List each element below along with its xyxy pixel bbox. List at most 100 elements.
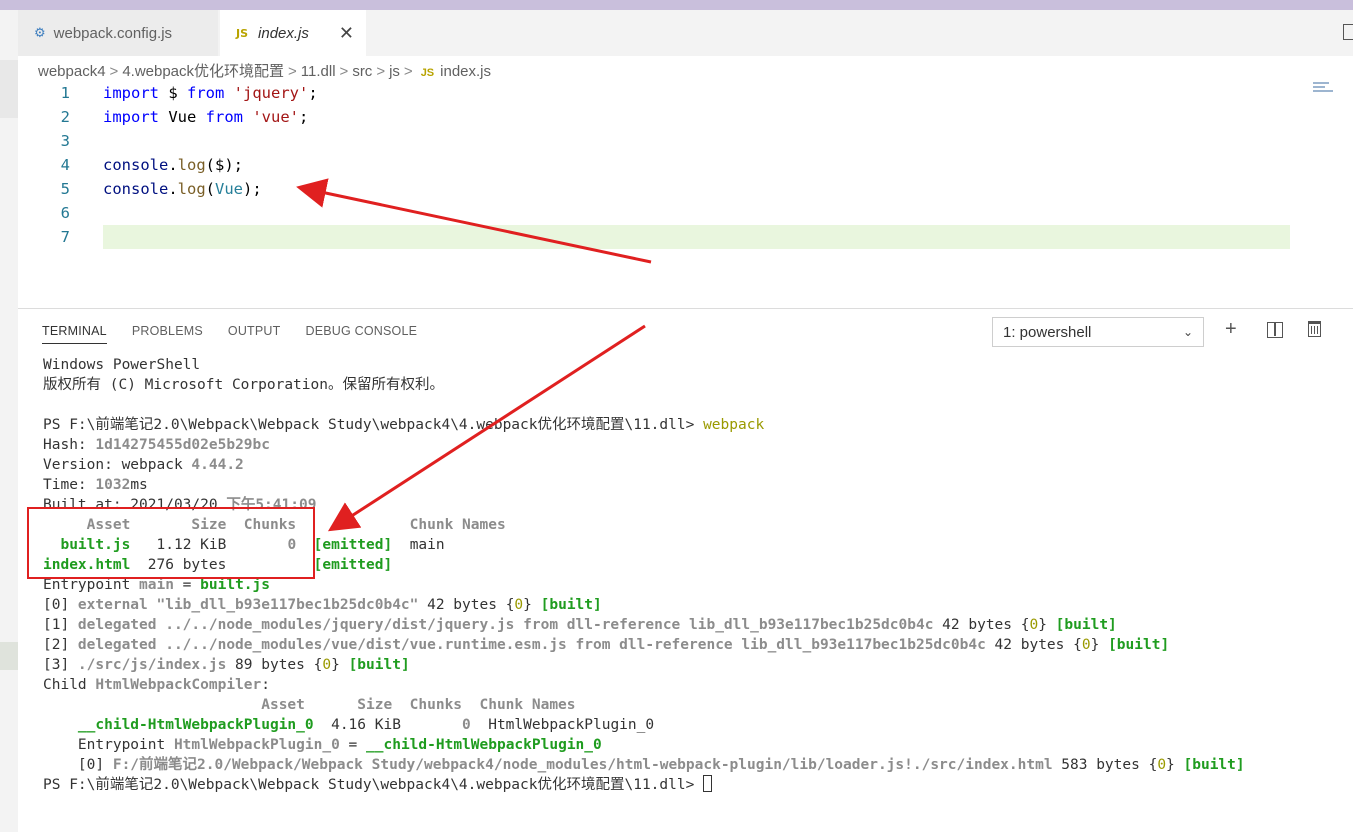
tab-debug-console[interactable]: DEBUG CONSOLE [305,324,417,344]
terminal-text: 89 bytes { [226,657,323,673]
terminal-text: [built] [1183,757,1245,773]
terminal-text: [3] [43,657,78,673]
terminal-text: : [261,677,270,693]
line-number: 3 [60,132,70,150]
breadcrumb-item[interactable]: index.js [440,63,491,80]
terminal-text: 4.44.2 [191,457,244,473]
terminal-text: [built] [1055,617,1117,633]
close-icon[interactable]: ✕ [339,23,354,44]
terminal-text: 42 bytes { [985,637,1082,653]
code-token: import [103,108,159,126]
terminal-text: 0 [514,597,524,613]
code-line[interactable]: 5 console.log(Vue); [18,177,1308,201]
terminal-text: 0 [1081,637,1091,653]
code-token: console [103,156,169,174]
terminal-text: [built] [348,657,410,673]
terminal-text: __child-HtmlWebpackPlugin_0 [77,717,314,733]
code-token: log [177,180,206,198]
terminal-line: __child-HtmlWebpackPlugin_0 4.16 KiB 0 H… [43,715,1245,735]
code-token: Vue [159,108,206,126]
terminal-text: 版权所有 (C) Microsoft Corporation。保留所有权利。 [43,377,444,393]
code-token: $ [159,84,187,102]
code-line[interactable]: 2 import Vue from 'vue'; [18,105,1308,129]
js-file-icon: JS [236,26,249,40]
terminal-line: [1] delegated ../../node_modules/jquery/… [43,615,1245,635]
editor-tab-bar: ⚙ webpack.config.js JS index.js ✕ [18,10,1353,56]
terminal-text: HtmlWebpackPlugin_0 [470,717,655,733]
terminal-text: 0 [1157,757,1167,773]
terminal-text: Entrypoint [43,577,140,593]
breadcrumb-item[interactable]: 11.dll [301,63,336,80]
tab-label: index.js [258,24,309,42]
code-token: console [103,180,169,198]
code-line[interactable]: 7 [18,225,1308,249]
terminal-line: Child HtmlWebpackCompiler: [43,675,1245,695]
code-line[interactable]: 1 import $ from 'jquery'; [18,81,1308,105]
line-number: 7 [60,228,70,246]
terminal-text: 1d14275455d02e5b29bc [95,437,270,453]
terminal-text: [0] [43,757,113,773]
split-editor-icon[interactable] [1343,24,1353,40]
panel-tabs: TERMINAL PROBLEMS OUTPUT DEBUG CONSOLE [42,324,417,344]
line-number: 6 [60,204,70,222]
add-terminal-icon[interactable]: + [1225,319,1237,339]
terminal-text: Chunk Names [409,517,506,533]
terminal-text: [built] [540,597,602,613]
tab-problems[interactable]: PROBLEMS [132,324,203,344]
tab-output[interactable]: OUTPUT [228,324,281,344]
terminal-line: [0] external "lib_dll_b93e117bec1b25dc0b… [43,595,1245,615]
terminal-text: F:/前端笔记2.0/Webpack/Webpack Study/webpack… [112,757,1053,773]
trash-icon[interactable] [1308,321,1321,337]
code-token: ; [299,108,309,126]
breadcrumb-item[interactable]: 4.webpack优化环境配置 [122,63,284,80]
annotation-box [27,507,315,579]
code-line[interactable]: 6 [18,201,1308,225]
code-line[interactable]: 4 console.log($); [18,153,1308,177]
code-token: ; [308,84,318,102]
code-token: from [205,108,243,126]
code-token: ( [205,180,216,198]
terminal-line: [0] F:/前端笔记2.0/Webpack/Webpack Study/web… [43,755,1245,775]
tab-terminal[interactable]: TERMINAL [42,324,107,344]
terminal-line: Time: 1032ms [43,475,1245,495]
terminal-text: Time: [43,477,96,493]
terminal-text: built.js [200,577,270,593]
terminal-text: Entrypoint [43,737,174,753]
terminal-text: Child [43,677,96,693]
code-token: . [168,156,178,174]
terminal-text: ./src/js/index.js [77,657,227,673]
chevron-down-icon: ⌄ [1182,325,1193,339]
code-editor[interactable]: webpack4 >4.webpack优化环境配置 >11.dll > src > js > J… [18,56,1353,308]
terminal-text: __child-HtmlWebpackPlugin_0 [366,737,602,753]
tab-index-js[interactable]: JS index.js ✕ [220,10,366,56]
terminal-line: 版权所有 (C) Microsoft Corporation。保留所有权利。 [43,375,1245,395]
terminal-cursor [703,775,713,792]
terminal-line: [3] ./src/js/index.js 89 bytes {0} [buil… [43,655,1245,675]
code-line[interactable]: 3 [18,129,1308,153]
terminal-text: [1] [43,617,78,633]
terminal-text: main [139,577,174,593]
terminal-line: [2] delegated ../../node_modules/vue/dis… [43,635,1245,655]
code-token: Vue [215,180,244,198]
terminal-text: delegated ../../node_modules/jquery/dist… [77,617,934,633]
breadcrumb-item[interactable]: webpack4 [38,63,106,80]
breadcrumb-item[interactable]: js [389,63,400,80]
code-token: . [168,180,178,198]
terminal-text: Windows PowerShell [43,357,201,373]
minimap[interactable] [1313,82,1335,96]
terminal-text: } [1038,617,1056,633]
tab-webpack-config[interactable]: ⚙ webpack.config.js [18,10,218,56]
terminal-text: [emitted] [313,537,393,553]
terminal-text: delegated ../../node_modules/vue/dist/vu… [77,637,986,653]
activity-gutter [0,10,18,832]
split-terminal-icon[interactable] [1267,322,1283,338]
window-top-strip [0,0,1353,10]
terminal-select-value: 1: powershell [1003,323,1092,341]
breadcrumb-item[interactable]: src [352,63,372,80]
terminal-text: } [523,597,541,613]
terminal-text: [built] [1108,637,1170,653]
terminal-select[interactable]: 1: powershell ⌄ [992,317,1204,347]
terminal-text: PS F:\前端笔记2.0\Webpack\Webpack Study\webp… [43,417,704,433]
